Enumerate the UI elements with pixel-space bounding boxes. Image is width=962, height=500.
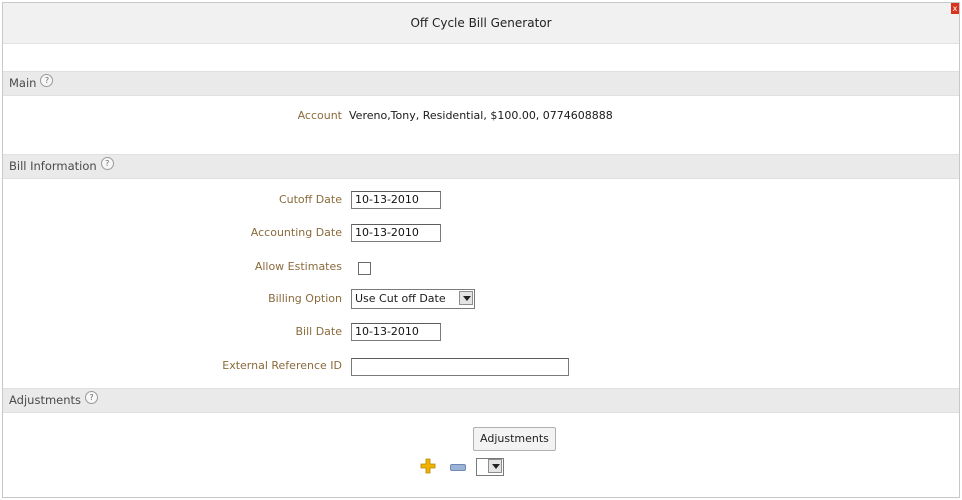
section-title-bill-information: Bill Information	[9, 159, 97, 173]
minus-icon[interactable]	[450, 464, 466, 471]
external-reference-id-row: External Reference ID	[3, 355, 959, 377]
accounting-date-input[interactable]	[351, 224, 441, 242]
bill-date-input[interactable]	[351, 323, 441, 341]
billing-option-selected: Use Cut off Date	[355, 292, 446, 305]
chevron-down-icon[interactable]	[488, 459, 502, 473]
section-header-main: Main?	[3, 71, 959, 96]
chevron-down-icon[interactable]	[459, 291, 473, 305]
plus-icon[interactable]	[420, 458, 436, 474]
adjustments-button[interactable]: Adjustments	[473, 427, 556, 451]
account-label: Account	[297, 109, 342, 122]
close-icon[interactable]: x	[951, 3, 959, 14]
accounting-date-row: Accounting Date	[3, 222, 959, 244]
help-icon[interactable]: ?	[100, 157, 114, 170]
cutoff-date-row: Cutoff Date	[3, 189, 959, 211]
cutoff-date-input[interactable]	[351, 191, 441, 209]
accounting-date-label: Accounting Date	[250, 226, 342, 239]
allow-estimates-label: Allow Estimates	[254, 260, 342, 273]
bill-date-label: Bill Date	[295, 325, 342, 338]
section-header-adjustments: Adjustments?	[3, 388, 959, 413]
billing-option-select[interactable]: Use Cut off Date	[351, 289, 475, 309]
billing-option-row: Billing Option Use Cut off Date	[3, 288, 959, 310]
bill-date-row: Bill Date	[3, 321, 959, 343]
help-icon[interactable]: ?	[40, 74, 54, 87]
section-title-adjustments: Adjustments	[9, 393, 82, 407]
adjustment-select[interactable]	[476, 458, 504, 476]
account-row: Account Vereno,Tony, Residential, $100.0…	[3, 105, 959, 127]
help-icon[interactable]: ?	[85, 391, 99, 404]
allow-estimates-checkbox[interactable]	[358, 262, 371, 275]
title-bar: Off Cycle Bill Generator x	[3, 3, 959, 44]
dialog-title: Off Cycle Bill Generator	[410, 16, 552, 30]
cutoff-date-label: Cutoff Date	[278, 193, 342, 206]
section-header-bill-information: Bill Information?	[3, 154, 959, 179]
account-value: Vereno,Tony, Residential, $100.00, 07746…	[349, 109, 613, 122]
section-title-main: Main	[9, 76, 37, 90]
dialog-window: Off Cycle Bill Generator x Main? Account…	[2, 2, 960, 498]
external-reference-id-input[interactable]	[351, 358, 569, 376]
allow-estimates-row: Allow Estimates	[3, 256, 959, 278]
external-reference-id-label: External Reference ID	[222, 359, 342, 372]
billing-option-label: Billing Option	[268, 292, 342, 305]
